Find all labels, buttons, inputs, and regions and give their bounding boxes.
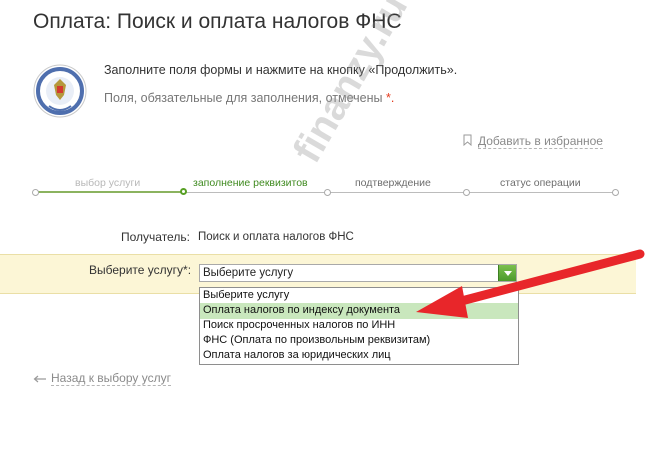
step-dot	[32, 189, 39, 196]
step-confirmation: подтверждение	[355, 177, 431, 189]
fns-emblem-logo	[33, 62, 87, 120]
step-fill-details: заполнение реквизитов	[193, 177, 308, 189]
service-label: Выберите услугу*:	[89, 263, 192, 277]
step-dot-active	[180, 188, 187, 195]
page-title: Оплата: Поиск и оплата налогов ФНС	[33, 10, 402, 33]
add-to-favorites-link[interactable]: Добавить в избранное	[463, 134, 603, 149]
recipient-label: Получатель:	[121, 230, 190, 244]
recipient-value: Поиск и оплата налогов ФНС	[198, 231, 354, 243]
back-to-services-label: Назад к выбору услуг	[51, 371, 171, 386]
step-operation-status: статус операции	[500, 177, 581, 189]
service-select-value: Выберите услугу	[203, 267, 294, 279]
required-star: *.	[386, 91, 395, 105]
steps-progress	[35, 191, 185, 193]
form-instruction: Заполните поля формы и нажмите на кнопку…	[104, 63, 458, 77]
service-option[interactable]: ФНС (Оплата по произвольным реквизитам)	[200, 333, 518, 349]
step-dot	[324, 189, 331, 196]
add-to-favorites-label: Добавить в избранное	[478, 134, 603, 149]
arrow-left-icon	[33, 372, 47, 386]
bookmark-icon	[463, 134, 472, 149]
step-dot	[463, 189, 470, 196]
step-dot	[612, 189, 619, 196]
service-option[interactable]: Оплата налогов за юридических лиц	[200, 348, 518, 364]
step-select-service: выбор услуги	[75, 177, 141, 189]
red-pointer-arrow	[416, 249, 645, 318]
steps-track	[184, 192, 616, 193]
back-to-services-link[interactable]: Назад к выбору услуг	[33, 371, 171, 386]
